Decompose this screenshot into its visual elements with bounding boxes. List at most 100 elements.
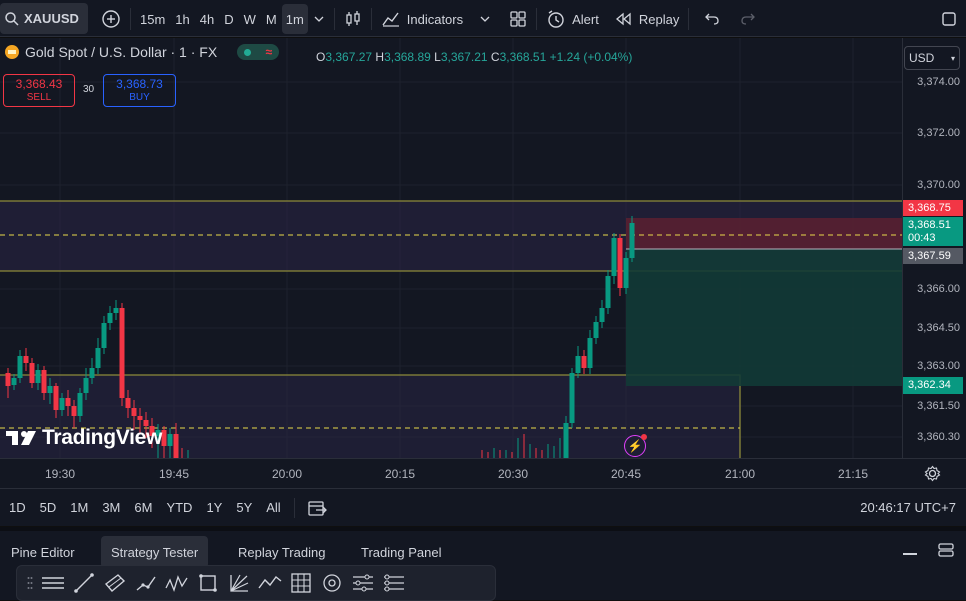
xabcd-pattern-tool[interactable]	[161, 568, 192, 598]
open-value: 3,367.27	[325, 50, 373, 64]
drag-handle[interactable]	[23, 568, 37, 598]
symbol-search[interactable]: XAUUSD	[0, 3, 88, 34]
tab-pine-editor[interactable]: Pine Editor	[1, 536, 85, 568]
rectangle-tool[interactable]	[192, 568, 223, 598]
time-label: 19:45	[158, 467, 190, 481]
range-1m[interactable]: 1M	[63, 500, 95, 515]
settings-button[interactable]	[924, 465, 941, 485]
change-value: +1.24 (+0.04%)	[549, 50, 633, 64]
range-all[interactable]: All	[259, 500, 287, 515]
bar-countdown: 00:43	[908, 232, 936, 244]
layouts-button[interactable]	[504, 4, 532, 34]
divider	[370, 8, 372, 30]
range-1d[interactable]: 1D	[2, 500, 33, 515]
tab-strategy-tester[interactable]: Strategy Tester	[101, 536, 209, 568]
path-icon	[136, 576, 156, 591]
clock-timezone[interactable]: 20:46:17 UTC+7	[860, 500, 956, 515]
candle-body	[161, 430, 167, 446]
candle-body	[89, 368, 95, 378]
candle-body	[119, 308, 125, 398]
range-5y[interactable]: 5Y	[229, 500, 259, 515]
candle-body	[101, 323, 107, 348]
time-label: 21:15	[837, 467, 869, 481]
range-1y[interactable]: 1Y	[199, 500, 229, 515]
range-ytd[interactable]: YTD	[159, 500, 199, 515]
interval-1m[interactable]: 1m	[281, 4, 308, 34]
divider	[333, 8, 335, 30]
wave-icon: ≈	[265, 45, 273, 59]
time-axis[interactable]: 19:30 19:45 20:00 20:15 20:30 20:45 21:0…	[0, 458, 966, 488]
currency-select[interactable]: USD ▾	[904, 46, 960, 70]
range-3m[interactable]: 3M	[95, 500, 127, 515]
target-price-badge: 3,362.34	[903, 377, 963, 394]
tab-replay-trading[interactable]: Replay Trading	[228, 536, 335, 568]
filter-sliders-icon	[383, 574, 404, 592]
candle-body	[83, 378, 89, 393]
alarm-clock-icon	[548, 10, 564, 28]
sell-label: SELL	[26, 92, 52, 103]
interval-15m[interactable]: 15m	[135, 4, 170, 34]
sell-button[interactable]: 3,368.43 SELL	[3, 74, 75, 107]
interval-1h[interactable]: 1h	[170, 4, 194, 34]
replay-label: Replay	[638, 11, 680, 27]
candle-body	[167, 434, 173, 446]
interval-w[interactable]: W	[239, 4, 261, 34]
circle-tool[interactable]	[316, 568, 347, 598]
range-6m[interactable]: 6M	[127, 500, 159, 515]
tab-trading-panel[interactable]: Trading Panel	[351, 536, 451, 568]
candle-body	[617, 238, 623, 288]
interval-4h[interactable]: 4h	[195, 4, 219, 34]
minimize-panel-button[interactable]	[903, 553, 917, 555]
interval-m[interactable]: M	[261, 4, 282, 34]
candle-body	[113, 308, 119, 313]
indicators-button[interactable]: Indicators	[376, 4, 468, 34]
horizontal-lines-tool[interactable]	[37, 568, 68, 598]
parallel-channel-tool[interactable]	[99, 568, 130, 598]
alert-button[interactable]: Alert	[541, 4, 604, 34]
price-label: 3,360.30	[917, 431, 960, 443]
maximize-panel-button[interactable]	[937, 542, 955, 561]
grid-tool[interactable]	[285, 568, 316, 598]
zigzag-tool[interactable]	[254, 568, 285, 598]
grid-icon	[290, 573, 311, 593]
fib-fan-tool[interactable]	[223, 568, 254, 598]
candle-body	[5, 373, 11, 386]
goto-date-button[interactable]	[301, 499, 333, 517]
indicators-label: Indicators	[406, 11, 464, 27]
top-toolbar: XAUUSD 15m 1h 4h D W M 1m Indicators Ale…	[0, 0, 966, 37]
candle-body	[611, 238, 617, 276]
chart-pane[interactable]: Gold Spot / U.S. Dollar · 1 · FX ≈ O3,36…	[0, 38, 902, 458]
slider-settings-tool[interactable]	[347, 568, 378, 598]
market-status-badge[interactable]: ≈	[237, 44, 280, 60]
range-5d[interactable]: 5D	[33, 500, 64, 515]
candle-body	[23, 356, 29, 363]
replay-button[interactable]: Replay	[610, 4, 684, 34]
chart-type-button[interactable]	[339, 4, 367, 34]
candle-body	[53, 386, 59, 410]
filter-settings-tool[interactable]	[378, 568, 409, 598]
fib-fan-icon	[229, 574, 248, 592]
fullscreen-button[interactable]	[936, 4, 962, 34]
undo-button[interactable]	[699, 4, 725, 34]
buy-button[interactable]: 3,368.73 BUY	[103, 74, 176, 107]
path-tool[interactable]	[130, 568, 161, 598]
indicators-dropdown[interactable]	[474, 4, 496, 34]
interval-d[interactable]: D	[219, 4, 238, 34]
price-label: 3,372.00	[917, 127, 960, 139]
trend-line-tool[interactable]	[68, 568, 99, 598]
watermark-text: TradingView	[42, 426, 163, 449]
interval-dropdown[interactable]	[308, 4, 330, 34]
price-label: 3,364.50	[917, 322, 960, 334]
chart-legend: Gold Spot / U.S. Dollar · 1 · FX ≈	[4, 44, 280, 60]
compare-symbol-button[interactable]	[96, 4, 126, 34]
horizontal-lines-icon	[41, 577, 64, 589]
flash-alert-icon[interactable]: ⚡	[624, 434, 647, 457]
redo-button[interactable]	[735, 4, 761, 34]
candle-body	[95, 348, 101, 368]
alert-label: Alert	[572, 11, 599, 27]
price-axis[interactable]: USD ▾ 3,374.00 3,372.00 3,370.00 3,366.0…	[902, 38, 966, 458]
candle-body	[593, 322, 599, 338]
entry-price-badge: 3,367.59	[903, 248, 963, 264]
currency-chevron-icon: ▾	[950, 53, 955, 63]
candle-body	[137, 416, 143, 420]
